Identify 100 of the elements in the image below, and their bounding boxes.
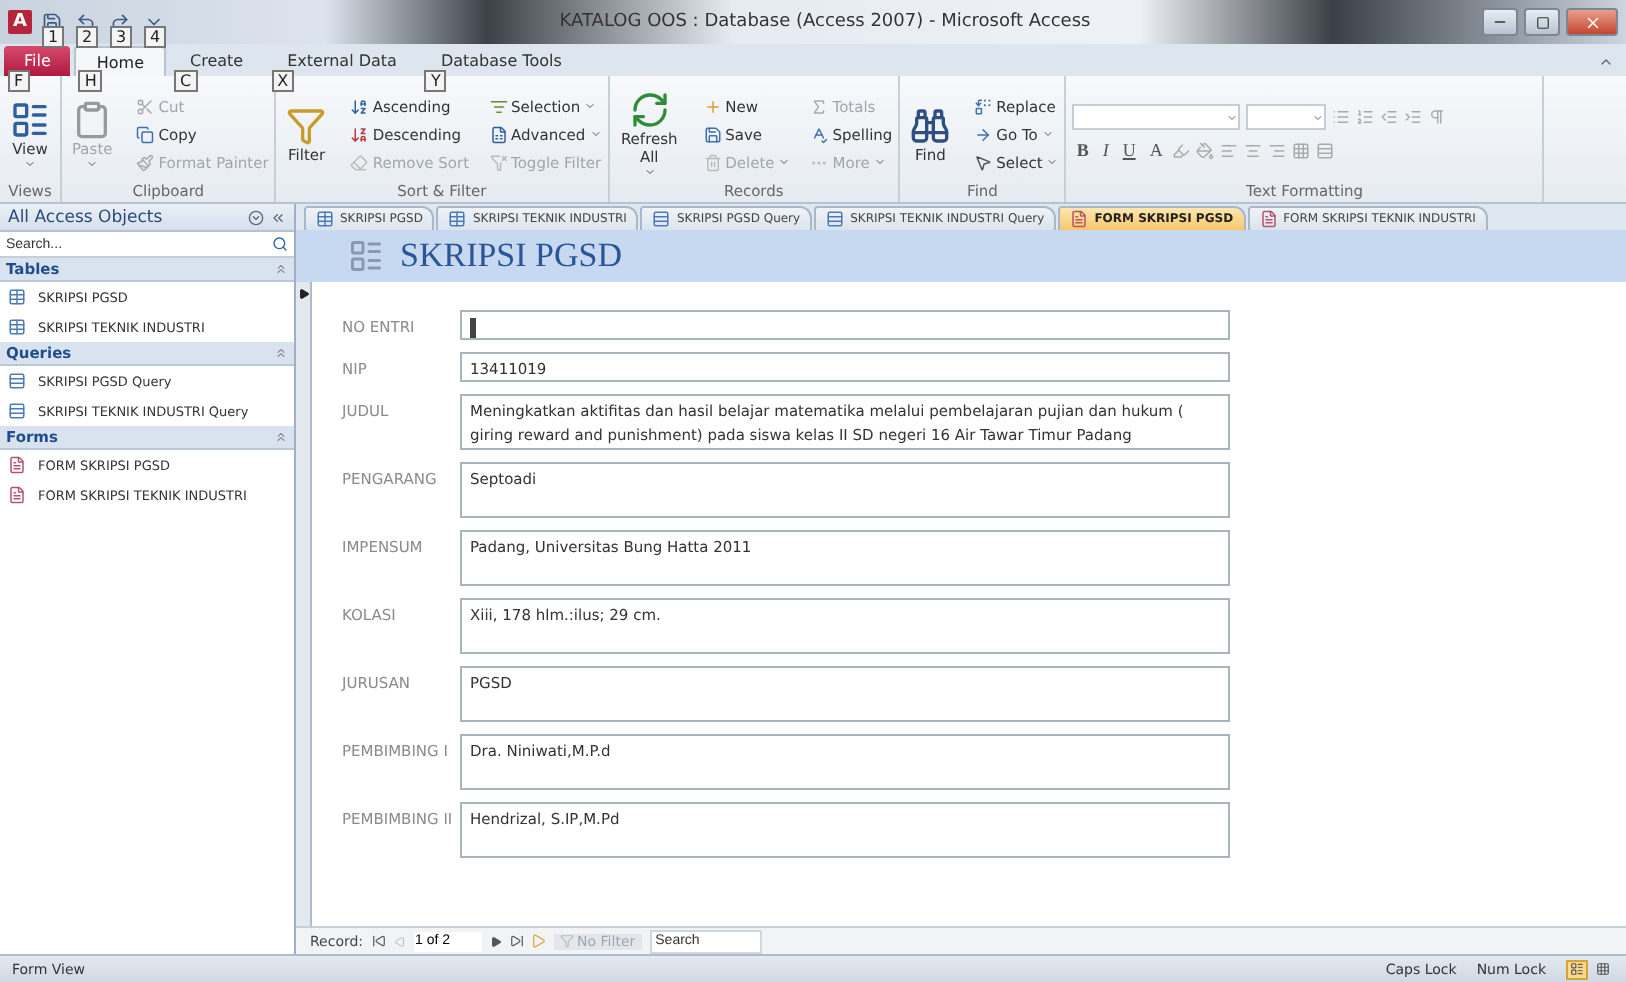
caret-icon [86,157,99,169]
paintbrush-icon [136,153,155,171]
collapse-icon[interactable] [274,430,288,444]
minimize-button[interactable] [1482,8,1518,36]
keytip: 3 [110,26,133,48]
format-button[interactable]: U [1118,140,1140,160]
align-right-icon[interactable] [1268,141,1287,159]
previous-record-icon[interactable] [393,935,406,947]
keytip: 4 [144,26,167,48]
delete-icon [703,153,722,171]
ribbon-tab[interactable]: File [4,46,71,76]
alternate-row-icon[interactable] [1316,141,1335,159]
ribbon-tab[interactable]: External Data [267,46,417,76]
caret-icon [643,166,656,178]
save-icon [703,125,722,143]
outdent-icon[interactable] [1380,108,1399,126]
keytip: F [8,70,30,92]
format-button[interactable]: B [1072,140,1093,160]
record-selector[interactable] [296,282,312,926]
first-record-icon[interactable] [371,934,386,948]
input-field[interactable] [460,310,1230,340]
sigma-icon [810,97,829,115]
align-left-icon[interactable] [1220,141,1239,159]
caret-icon [1041,128,1054,140]
form-view-icon [1570,962,1584,976]
arrow-right-icon [974,125,993,143]
sort-descending-icon [350,125,369,143]
view-icon [10,99,50,139]
paragraph-icon[interactable] [1428,108,1447,126]
keytip: 2 [76,26,99,48]
replace-icon [974,97,993,115]
query-icon [826,210,845,228]
scissors-icon [136,97,155,115]
ribbon-tab[interactable]: Create [170,46,264,76]
funnel-icon [559,934,574,948]
indent-icon[interactable] [1404,108,1423,126]
search-icon[interactable] [272,236,288,252]
font-size-dropdown[interactable] [1246,104,1327,130]
highlighter-icon[interactable] [1172,141,1191,159]
sort-ascending-icon [350,97,369,115]
format-button[interactable]: I [1098,140,1113,160]
table-icon [316,210,334,228]
collapse-icon[interactable] [270,209,286,225]
toggle-filter-icon [489,153,508,171]
format-button[interactable]: A [1145,140,1167,160]
refresh-icon [629,90,670,130]
eraser-icon [350,153,369,171]
caret-icon [778,156,791,168]
save-icon[interactable] [42,12,62,32]
nav-pane-header[interactable]: All Access Objects [0,204,294,232]
query-icon [652,210,671,228]
keytip: 1 [42,26,65,48]
app-logo: A [8,10,32,34]
close-icon [1583,13,1601,31]
caret-icon [1046,156,1059,168]
binoculars-icon [910,105,951,145]
keytip: X [271,70,295,92]
form-icon [8,486,26,504]
form-icon [1259,210,1278,228]
selection-filter-icon [489,97,508,115]
redo-icon[interactable] [110,12,130,32]
form-icon [348,238,384,274]
next-record-icon[interactable] [489,935,502,947]
form-icon [8,456,26,474]
nav-pane-title: All Access Objects [8,207,165,227]
gridlines-icon[interactable] [1292,141,1311,159]
align-center-icon[interactable] [1244,141,1263,159]
dropdown-icon[interactable] [248,209,264,225]
form-view-button[interactable] [1566,959,1588,979]
query-icon [8,402,26,420]
paint-bucket-icon[interactable] [1196,141,1215,159]
new-record-icon[interactable] [531,934,546,948]
copy-icon [136,125,155,143]
form-icon [1070,210,1089,228]
undo-icon[interactable] [76,12,96,32]
maximize-button[interactable] [1524,8,1560,36]
ribbon-tab[interactable]: Home [74,46,167,76]
pointer-icon [974,153,993,171]
clipboard-icon [72,99,113,139]
caret-icon [1226,111,1239,123]
spelling-icon [810,125,829,143]
numbered-list-icon[interactable] [1356,108,1375,126]
maximize-icon [1535,15,1549,29]
collapse-icon[interactable] [274,346,288,360]
ribbon-tab[interactable]: Database Tools [420,46,582,76]
caret-icon [1312,111,1325,123]
grid-icon [1596,962,1610,976]
caret-icon [584,100,597,112]
table-icon [8,318,26,336]
minimize-ribbon-icon[interactable] [1598,54,1614,70]
last-record-icon[interactable] [509,934,524,948]
collapse-icon[interactable] [274,262,288,276]
bullet-list-icon[interactable] [1332,108,1351,126]
keytip: Y [424,70,447,92]
font-name-dropdown[interactable] [1072,104,1241,130]
close-button[interactable] [1566,8,1618,36]
table-icon [448,210,467,228]
caret-icon [873,156,886,168]
layout-view-button[interactable] [1592,959,1614,979]
funnel-icon [286,105,327,145]
